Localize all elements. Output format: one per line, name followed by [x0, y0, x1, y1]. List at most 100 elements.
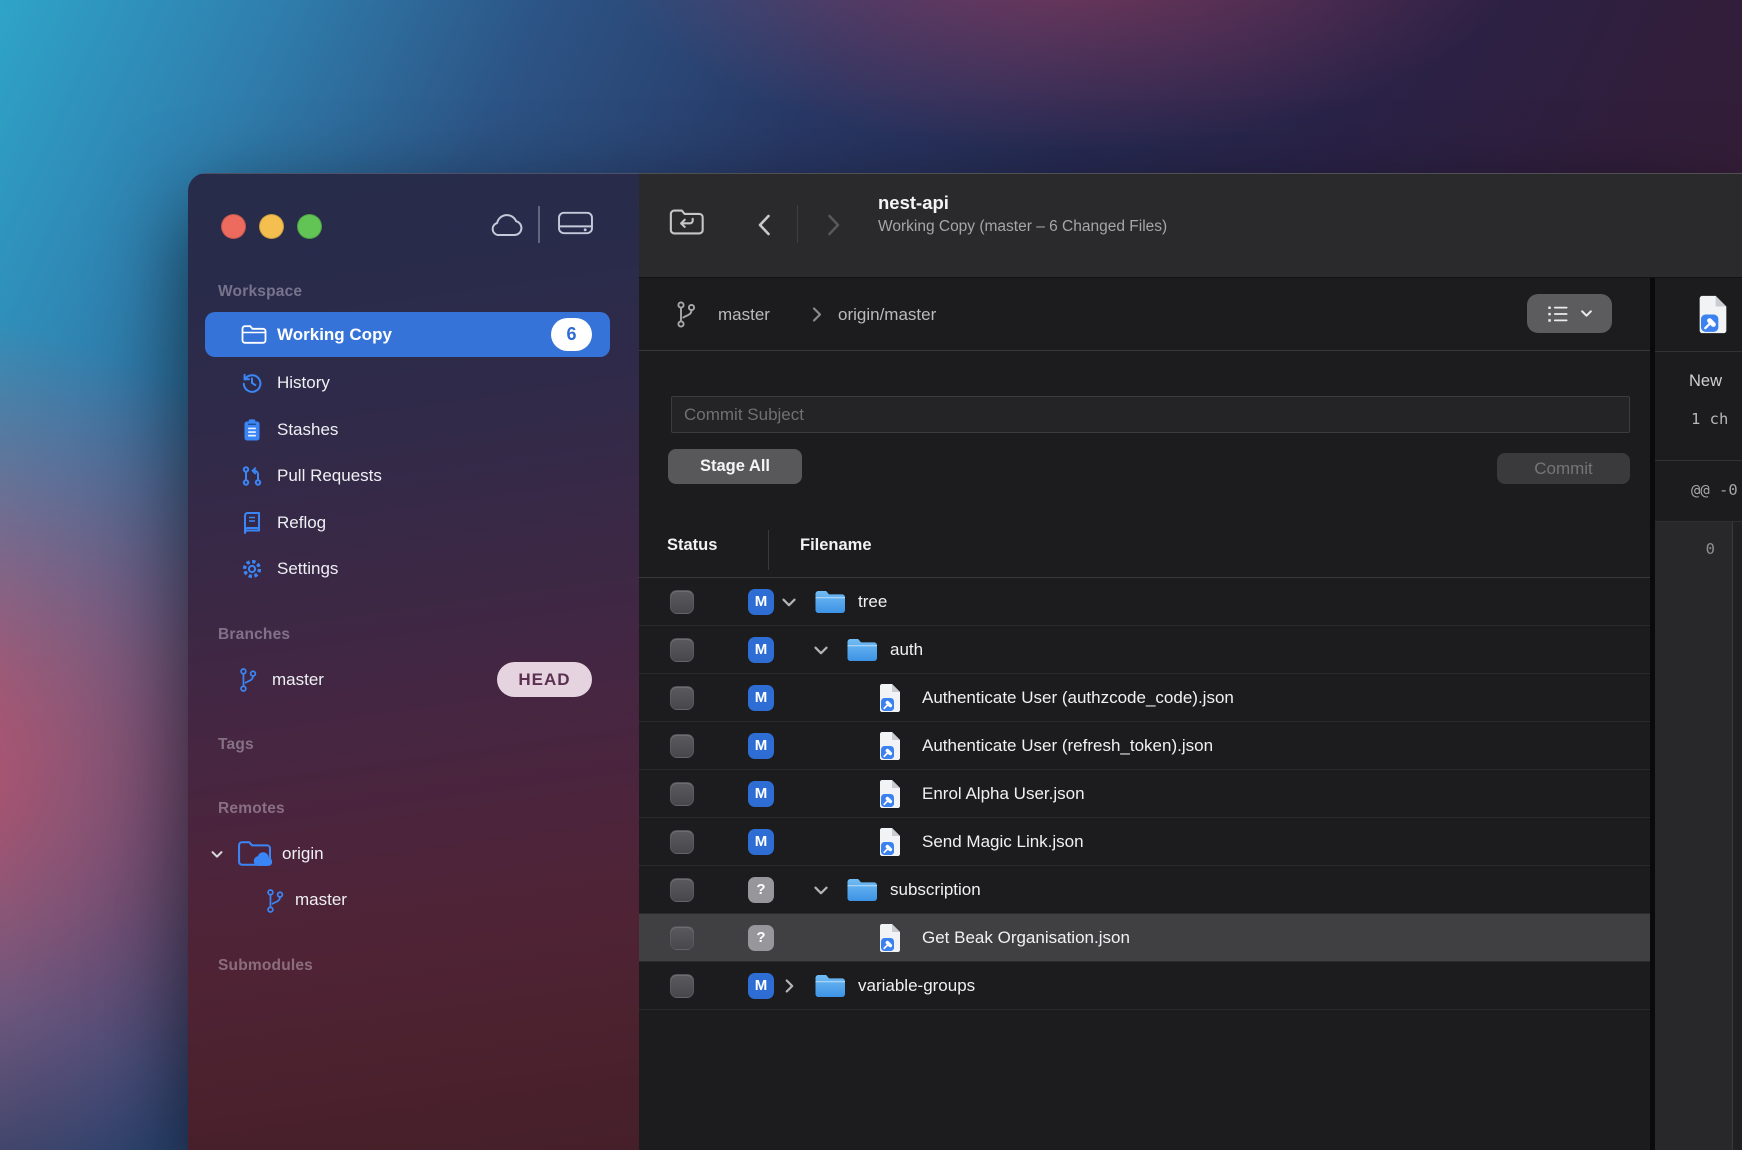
zoom-button[interactable] — [297, 214, 322, 239]
window-subtitle: Working Copy (master – 6 Changed Files) — [878, 218, 1167, 236]
sidebar-item-label: Settings — [277, 547, 338, 591]
stage-checkbox[interactable] — [670, 830, 694, 854]
nav-separator — [797, 205, 798, 243]
filename-label: auth — [890, 626, 923, 673]
sidebar-item-branch-master[interactable]: master HEAD — [188, 658, 639, 702]
stage-checkbox[interactable] — [670, 638, 694, 662]
file-row[interactable]: M Send Magic Link.json — [639, 818, 1650, 866]
section-header-remotes: Remotes — [218, 800, 285, 818]
folder-icon — [241, 324, 267, 345]
stage-checkbox[interactable] — [670, 878, 694, 902]
local-branch[interactable]: master — [718, 278, 770, 351]
repository-title: nest-api — [878, 192, 1167, 214]
sidebar-item-remote-branch-master[interactable]: master — [188, 878, 639, 922]
sidebar-item-working-copy[interactable]: Working Copy 6 — [205, 312, 610, 357]
sidebar-item-history[interactable]: History — [188, 361, 639, 405]
branch-icon — [238, 666, 258, 694]
section-header-submodules: Submodules — [218, 957, 313, 975]
chevron-right-icon[interactable] — [778, 975, 800, 997]
diff-code-area[interactable] — [1733, 522, 1742, 1150]
sidebar-item-label: Working Copy — [277, 312, 392, 357]
hunk-header-text: @@ -0 — [1691, 481, 1738, 499]
working-copy-view: master origin/master Stage All Commit — [639, 278, 1650, 1150]
section-header-tags: Tags — [218, 736, 254, 754]
diff-file-header — [1655, 278, 1742, 352]
sidebar-item-reflog[interactable]: Reflog — [188, 501, 639, 545]
app-window: Workspace Working Copy 6 History Stashes — [188, 173, 1742, 1150]
folder-row[interactable]: ? subscription — [639, 866, 1650, 914]
pull-request-icon — [240, 464, 264, 488]
sidebar-item-remote-origin[interactable]: origin — [188, 832, 639, 876]
status-badge: M — [748, 685, 774, 711]
forward-button[interactable] — [821, 206, 845, 244]
commit-subject-input[interactable] — [671, 396, 1630, 433]
folder-row[interactable]: M auth — [639, 626, 1650, 674]
file-status-label: New — [1689, 372, 1722, 391]
stage-checkbox[interactable] — [670, 974, 694, 998]
status-badge: M — [748, 637, 774, 663]
hunk-header: @@ -0 — [1655, 461, 1742, 522]
sidebar-item-label: History — [277, 361, 330, 405]
minimize-button[interactable] — [259, 214, 284, 239]
stage-checkbox[interactable] — [670, 926, 694, 950]
folder-row[interactable]: M tree — [639, 578, 1650, 626]
sidebar-item-pull-requests[interactable]: Pull Requests — [188, 454, 639, 498]
folder-row[interactable]: M variable-groups — [639, 962, 1650, 1010]
view-options-button[interactable] — [1527, 294, 1612, 333]
file-row[interactable]: M Enrol Alpha User.json — [639, 770, 1650, 818]
history-icon — [240, 371, 264, 395]
file-row[interactable]: M Authenticate User (refresh_token).json — [639, 722, 1650, 770]
file-row[interactable]: M Authenticate User (authzcode_code).jso… — [639, 674, 1650, 722]
stage-checkbox[interactable] — [670, 782, 694, 806]
folder-icon — [814, 589, 846, 615]
json-file-icon — [878, 731, 902, 761]
stage-checkbox[interactable] — [670, 686, 694, 710]
traffic-lights — [221, 214, 322, 239]
close-button[interactable] — [221, 214, 246, 239]
sidebar-item-label: Stashes — [277, 408, 338, 452]
chevron-down-icon — [1579, 306, 1594, 321]
stage-all-button[interactable]: Stage All — [668, 449, 802, 484]
sidebar-item-settings[interactable]: Settings — [188, 547, 639, 591]
change-summary: 1 ch — [1691, 410, 1728, 428]
json-file-icon — [878, 827, 902, 857]
section-header-workspace: Workspace — [218, 283, 302, 301]
book-icon — [240, 511, 264, 535]
drive-icon[interactable] — [557, 207, 594, 238]
column-filename[interactable]: Filename — [800, 536, 872, 555]
chevron-down-icon[interactable] — [778, 591, 800, 613]
diff-body: 0 — [1655, 522, 1742, 1150]
chevron-down-icon[interactable] — [810, 639, 832, 661]
json-file-icon — [878, 923, 902, 953]
commit-button[interactable]: Commit — [1497, 453, 1630, 484]
chevron-down-icon[interactable] — [810, 879, 832, 901]
diff-panel: New 1 ch @@ -0 0 — [1650, 278, 1742, 1150]
stage-checkbox[interactable] — [670, 590, 694, 614]
line-number: 0 — [1655, 540, 1732, 558]
cloud-icon[interactable] — [488, 212, 525, 238]
status-badge: ? — [748, 877, 774, 903]
back-button[interactable] — [753, 206, 777, 244]
filename-label: Send Magic Link.json — [922, 818, 1084, 865]
filename-label: Authenticate User (refresh_token).json — [922, 722, 1213, 769]
json-file-icon — [878, 683, 902, 713]
titlebar-separator — [538, 206, 540, 243]
list-view-icon — [1546, 304, 1570, 324]
column-status[interactable]: Status — [667, 536, 717, 555]
folder-icon — [846, 637, 878, 663]
column-separator[interactable] — [768, 530, 769, 570]
stage-checkbox[interactable] — [670, 734, 694, 758]
filename-label: Get Beak Organisation.json — [922, 914, 1130, 961]
sidebar-item-stashes[interactable]: Stashes — [188, 408, 639, 452]
reveal-repository-icon[interactable] — [668, 206, 706, 238]
section-header-branches: Branches — [218, 626, 290, 644]
tracking-branch[interactable]: origin/master — [838, 278, 936, 351]
remote-branch-label: master — [295, 878, 347, 922]
filename-label: Authenticate User (authzcode_code).json — [922, 674, 1234, 721]
file-row[interactable]: ? Get Beak Organisation.json — [639, 914, 1650, 962]
head-badge: HEAD — [497, 662, 592, 697]
changed-files-badge: 6 — [551, 318, 592, 351]
remote-label: origin — [282, 832, 324, 876]
chevron-down-icon[interactable] — [208, 845, 226, 863]
status-badge: M — [748, 733, 774, 759]
